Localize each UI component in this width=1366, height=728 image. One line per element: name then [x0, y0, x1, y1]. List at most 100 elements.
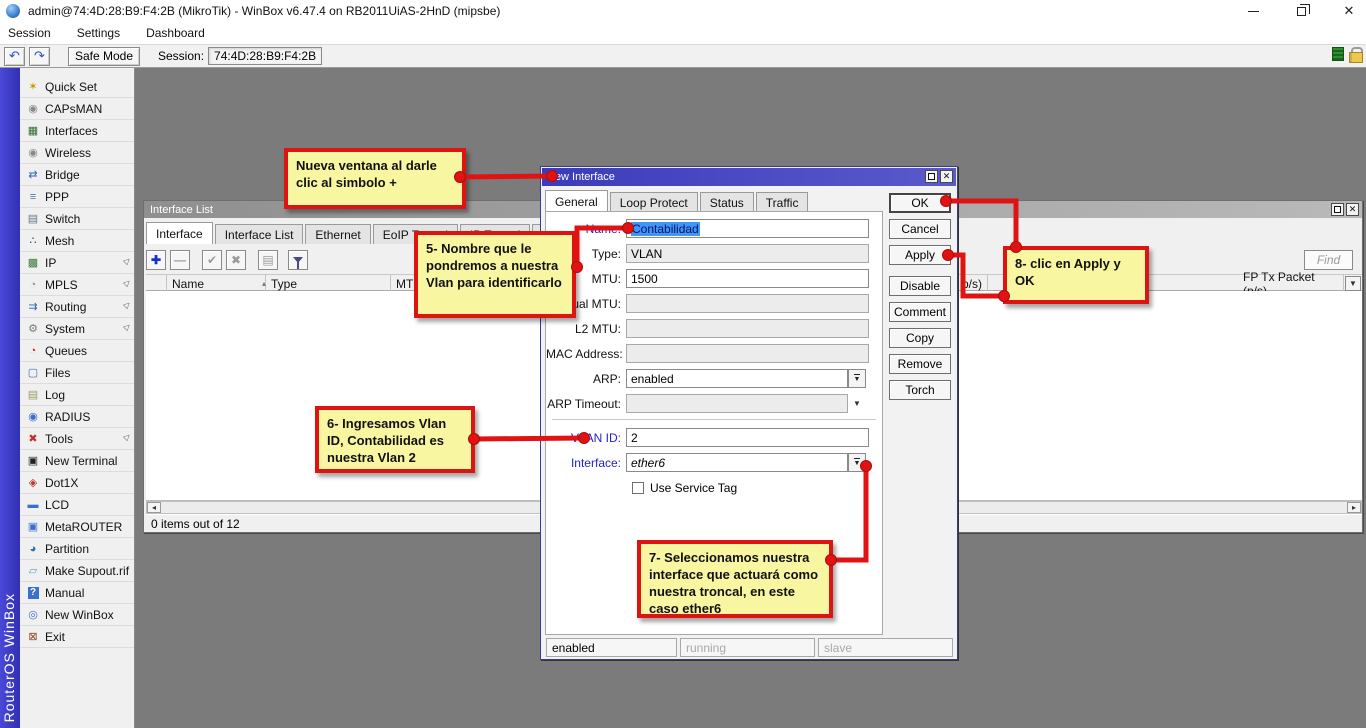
comment-card-icon[interactable]: ▤ — [258, 250, 278, 270]
minimize-button[interactable] — [1242, 2, 1264, 20]
close-icon: ✕ — [1344, 3, 1355, 19]
tab-traffic[interactable]: Traffic — [756, 192, 809, 212]
menu-session[interactable]: Session — [8, 26, 51, 40]
comment-button[interactable]: Comment — [889, 302, 951, 322]
sidebar-item-ppp[interactable]: PPP — [20, 186, 134, 208]
ok-button[interactable]: OK — [889, 193, 951, 213]
menu-dashboard[interactable]: Dashboard — [146, 26, 205, 40]
status-running: running — [680, 638, 815, 657]
dialog-titlebar[interactable]: New Interface ✕ — [542, 168, 956, 186]
tools-icon — [25, 432, 41, 446]
mesh-icon — [25, 234, 41, 248]
submenu-arrow-icon: ▷ — [122, 299, 133, 310]
mtu-input[interactable]: 1500 — [626, 269, 869, 288]
disable-button[interactable]: Disable — [889, 276, 951, 296]
annotation-step7-interface: 7- Seleccionamos nuestra interface que a… — [637, 540, 833, 618]
restore-icon — [1334, 206, 1341, 213]
interface-list-toolbar: ✚ — ✔ ✖ ▤ — [146, 248, 308, 272]
use-service-tag-checkbox[interactable] — [632, 482, 644, 494]
tab-loop-protect[interactable]: Loop Protect — [610, 192, 698, 212]
arp-timeout-dropdown-icon[interactable]: ▼ — [848, 399, 866, 408]
sidebar-item-metarouter[interactable]: MetaROUTER — [20, 516, 134, 538]
sidebar-item-partition[interactable]: Partition — [20, 538, 134, 560]
switch-icon — [25, 212, 41, 226]
sidebar-item-manual[interactable]: Manual — [20, 582, 134, 604]
tab-interface-list[interactable]: Interface List — [215, 224, 304, 244]
sidebar-item-ip[interactable]: IP▷ — [20, 252, 134, 274]
close-icon[interactable]: ✕ — [940, 170, 953, 183]
copy-button[interactable]: Copy — [889, 328, 951, 348]
sidebar-item-capsman[interactable]: CAPsMAN — [20, 98, 134, 120]
sidebar-item-quick-set[interactable]: Quick Set — [20, 76, 134, 98]
sidebar-item-dot1x[interactable]: Dot1X — [20, 472, 134, 494]
sidebar-item-new-winbox[interactable]: New WinBox — [20, 604, 134, 626]
sidebar-item-log[interactable]: Log — [20, 384, 134, 406]
minimize-icon — [1248, 11, 1259, 12]
tab-interface[interactable]: Interface — [146, 222, 213, 244]
sidebar-item-exit[interactable]: Exit — [20, 626, 134, 648]
mpls-icon — [25, 278, 41, 292]
session-value-box: 74:4D:28:B9:F4:2B — [208, 47, 322, 65]
tab-ethernet[interactable]: Ethernet — [305, 224, 370, 244]
undo-button[interactable]: ↶ — [4, 47, 25, 66]
arp-select[interactable]: enabled — [626, 369, 848, 388]
torch-button[interactable]: Torch — [889, 380, 951, 400]
submenu-arrow-icon: ▷ — [122, 277, 133, 288]
filter-funnel-icon[interactable] — [288, 250, 308, 270]
interface-dropdown-icon[interactable]: ▼ — [848, 453, 866, 472]
arp-dropdown-icon[interactable]: ▼ — [848, 369, 866, 388]
undo-arrow-icon: ↶ — [9, 48, 20, 64]
find-button[interactable]: Find — [1304, 250, 1353, 270]
sidebar-item-queues[interactable]: Queues — [20, 340, 134, 362]
remove-minus-icon[interactable]: — — [170, 250, 190, 270]
close-button[interactable]: ✕ — [1338, 2, 1360, 20]
sidebar-item-radius[interactable]: RADIUS — [20, 406, 134, 428]
sidebar-item-lcd[interactable]: LCD — [20, 494, 134, 516]
vlan-id-input[interactable]: 2 — [626, 428, 869, 447]
type-column-header[interactable]: Type — [266, 275, 391, 292]
sidebar-item-files[interactable]: Files — [20, 362, 134, 384]
apply-button[interactable]: Apply — [889, 245, 951, 265]
interface-select[interactable]: ether6 — [626, 453, 848, 472]
arp-label: ARP: — [546, 372, 626, 386]
gauge-icon — [25, 344, 41, 358]
redo-button[interactable]: ↷ — [29, 47, 50, 66]
sidebar-item-switch[interactable]: Switch — [20, 208, 134, 230]
fp-tx-packet-column-header[interactable]: FP Tx Packet (p/s) — [1238, 275, 1344, 292]
enable-check-icon[interactable]: ✔ — [202, 250, 222, 270]
sidebar-item-tools[interactable]: Tools▷ — [20, 428, 134, 450]
sidebar-item-interfaces[interactable]: Interfaces — [20, 120, 134, 142]
name-input[interactable]: Contabilidad — [626, 219, 869, 238]
restore-button[interactable] — [925, 170, 938, 183]
annotation-step5-name: 5- Nombre que le pondremos a nuestra Vla… — [414, 231, 576, 318]
sidebar-item-mpls[interactable]: MPLS▷ — [20, 274, 134, 296]
sidebar-item-bridge[interactable]: Bridge — [20, 164, 134, 186]
status-slave: slave — [818, 638, 953, 657]
disable-x-icon[interactable]: ✖ — [226, 250, 246, 270]
sidebar-item-routing[interactable]: Routing▷ — [20, 296, 134, 318]
sidebar-item-system[interactable]: System▷ — [20, 318, 134, 340]
restore-button[interactable] — [1290, 2, 1312, 20]
menu-settings[interactable]: Settings — [77, 26, 120, 40]
sidebar-item-new-terminal[interactable]: New Terminal — [20, 450, 134, 472]
tab-status[interactable]: Status — [700, 192, 754, 212]
cancel-button[interactable]: Cancel — [889, 219, 951, 239]
wand-icon — [25, 80, 41, 94]
remove-button[interactable]: Remove — [889, 354, 951, 374]
scroll-right-icon[interactable]: ▸ — [1347, 502, 1361, 513]
sidebar-item-mesh[interactable]: Mesh — [20, 230, 134, 252]
column-select-arrow-icon[interactable]: ▼ — [1345, 276, 1361, 291]
arp-timeout-input[interactable] — [626, 394, 848, 413]
scroll-left-icon[interactable]: ◂ — [147, 502, 161, 513]
safe-mode-button[interactable]: Safe Mode — [68, 47, 140, 66]
tab-general[interactable]: General — [545, 190, 608, 212]
restore-button[interactable] — [1331, 203, 1344, 216]
blank-column-header[interactable] — [146, 275, 167, 292]
sidebar-item-wireless[interactable]: Wireless — [20, 142, 134, 164]
add-plus-icon[interactable]: ✚ — [146, 250, 166, 270]
sidebar-item-make-supout[interactable]: Make Supout.rif — [20, 560, 134, 582]
pie-icon — [25, 542, 41, 556]
name-column-header[interactable]: Name▴ — [167, 275, 266, 292]
close-icon[interactable]: ✕ — [1346, 203, 1359, 216]
bridge-icon — [25, 168, 41, 182]
